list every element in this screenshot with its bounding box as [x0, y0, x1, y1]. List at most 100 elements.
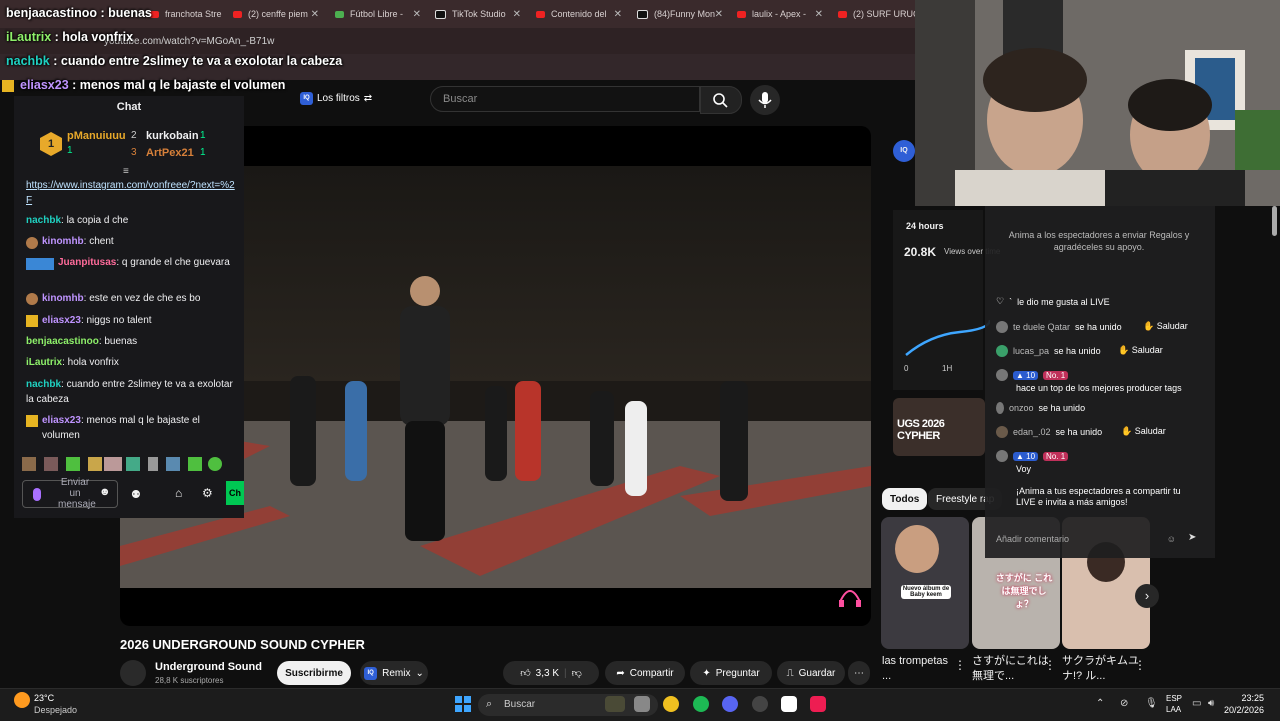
- clock-date[interactable]: 20/2/2026: [1220, 705, 1264, 715]
- close-tab-icon[interactable]: ✕: [614, 9, 622, 20]
- analytics-tab[interactable]: 24 hours: [906, 221, 944, 231]
- greet-button[interactable]: ✋ Saludar: [1143, 321, 1188, 332]
- browser-tab[interactable]: (2) cenffe piem ✕: [233, 4, 319, 24]
- obs-icon[interactable]: [752, 696, 768, 712]
- live-username[interactable]: edan_.02: [1013, 427, 1051, 437]
- chat-username[interactable]: nachbk: [26, 215, 61, 226]
- weather-temp[interactable]: 23°C: [34, 693, 54, 703]
- browser-tab[interactable]: Contenido del ✕: [536, 4, 622, 24]
- browser-tab[interactable]: TikTok Studio ✕: [435, 4, 521, 24]
- search-icon: ⌕: [486, 698, 493, 710]
- browser-tab[interactable]: (84)Funny Mon ✕: [637, 4, 723, 24]
- store-icon[interactable]: ⌂: [175, 486, 182, 500]
- user-avatar: [996, 345, 1008, 357]
- browser-tab[interactable]: Fútbol Libre - ✕: [335, 4, 421, 24]
- page-scrollbar[interactable]: [1272, 206, 1277, 236]
- windows-start-icon[interactable]: [455, 696, 471, 712]
- voice-search-button[interactable]: [750, 85, 780, 115]
- shorts-next-button[interactable]: ›: [1135, 584, 1159, 608]
- display-icon[interactable]: ▭: [1192, 698, 1201, 709]
- like-count[interactable]: 3,3 K: [536, 668, 559, 679]
- live-username[interactable]: te duele Qatar: [1013, 322, 1070, 332]
- volume-icon[interactable]: 🔊︎: [1208, 698, 1214, 709]
- channel-avatar[interactable]: [120, 660, 146, 686]
- chat-username[interactable]: eliasx23: [42, 315, 81, 326]
- live-comment-input[interactable]: Añadir comentario ☺: [992, 526, 1182, 552]
- task-view-icon[interactable]: [634, 696, 650, 712]
- leaderboard-name[interactable]: ArtPex21: [146, 147, 194, 159]
- greet-button[interactable]: ✋ Saludar: [1121, 426, 1166, 437]
- dislike-icon[interactable]: 👎︎: [572, 667, 582, 679]
- close-tab-icon[interactable]: ✕: [513, 9, 521, 20]
- chat-username[interactable]: kinomhb: [42, 293, 84, 304]
- chat-username[interactable]: kinomhb: [42, 236, 84, 247]
- short-title[interactable]: サクラがキムユナ!? ル...: [1062, 654, 1140, 684]
- channel-points-icon[interactable]: ⚉: [131, 488, 141, 501]
- subscribe-button[interactable]: Suscribirme: [277, 661, 351, 685]
- chip-all[interactable]: Todos: [882, 488, 928, 510]
- network-off-icon[interactable]: ⊘: [1120, 698, 1128, 709]
- search-button[interactable]: [700, 86, 742, 114]
- leaderboard-name[interactable]: kurkobain: [146, 130, 199, 142]
- like-icon[interactable]: 👍︎: [520, 667, 530, 679]
- chat-send-button[interactable]: Ch: [226, 481, 244, 505]
- weather-icon[interactable]: [14, 692, 30, 708]
- overlay-username: iLautrix: [6, 30, 52, 44]
- share-button[interactable]: ➦ Compartir: [605, 661, 685, 685]
- language-indicator-sub[interactable]: LAA: [1166, 705, 1181, 714]
- discord-icon[interactable]: [722, 696, 738, 712]
- short-more-icon[interactable]: ⋮: [954, 658, 966, 672]
- language-indicator[interactable]: ESP: [1166, 694, 1182, 703]
- leaderboard-name[interactable]: pManuiuuu: [67, 130, 126, 142]
- leaderboard-count: 1: [200, 147, 206, 158]
- chat-username[interactable]: iLautrix: [26, 357, 62, 368]
- spotify-icon[interactable]: [693, 696, 709, 712]
- browser-tab[interactable]: laulix - Apex - ✕: [737, 4, 823, 24]
- more-actions-button[interactable]: ⋯: [848, 661, 870, 685]
- chat-username[interactable]: nachbk: [26, 379, 61, 390]
- send-icon[interactable]: ➤: [1188, 532, 1196, 543]
- chrome-icon[interactable]: [663, 696, 679, 712]
- filters-button[interactable]: IQ Los filtros ⇄: [300, 92, 372, 105]
- chat-message[interactable]: https://www.instagram.com/vonfreee/?next…: [26, 179, 236, 208]
- iq-avatar-icon[interactable]: IQ: [893, 140, 915, 162]
- chat-input[interactable]: Enviar un mensaje ☻: [22, 477, 118, 510]
- settings-gear-icon[interactable]: ⚙: [202, 486, 213, 500]
- live-username[interactable]: lucas_pa: [1013, 346, 1049, 356]
- short-thumbnail[interactable]: Nuevo álbum de Baby keem: [881, 517, 969, 649]
- emoji-icon[interactable]: ☺: [1167, 526, 1176, 552]
- close-tab-icon[interactable]: ✕: [715, 9, 723, 20]
- browser-tab[interactable]: (2) SURF URUG: [838, 4, 915, 24]
- emote-picker-icon[interactable]: ☻: [99, 486, 111, 498]
- short-more-icon[interactable]: ⋮: [1044, 658, 1056, 672]
- taskbar-search[interactable]: Buscar: [478, 694, 658, 716]
- capcut-icon[interactable]: [781, 696, 797, 712]
- remix-button[interactable]: IQ Remix ⌄: [360, 661, 428, 685]
- emote-bar[interactable]: [22, 456, 222, 472]
- ask-button[interactable]: ✦ Preguntar: [690, 661, 772, 685]
- close-tab-icon[interactable]: ✕: [815, 9, 823, 20]
- close-tab-icon[interactable]: ✕: [311, 9, 319, 20]
- search-highlight-icon[interactable]: [605, 696, 625, 712]
- chat-username[interactable]: benjaacastinoo: [26, 336, 99, 347]
- tray-overflow-icon[interactable]: ⌃: [1096, 698, 1104, 709]
- collapse-icon[interactable]: ≡: [123, 166, 129, 177]
- save-button[interactable]: ⎍ Guardar: [777, 661, 845, 685]
- short-more-icon[interactable]: ⋮: [1134, 658, 1146, 672]
- close-tab-icon[interactable]: ✕: [413, 9, 421, 20]
- greet-button[interactable]: ✋ Saludar: [1118, 345, 1163, 356]
- mic-tray-icon[interactable]: 🎙︎: [1145, 698, 1158, 709]
- chat-link[interactable]: https://www.instagram.com/vonfreee/?next…: [26, 180, 235, 206]
- bits-icon[interactable]: [33, 488, 41, 501]
- chat-username[interactable]: Juanpitusas: [58, 257, 116, 268]
- short-title[interactable]: さすがにこれは無理で...: [972, 654, 1050, 684]
- channel-name[interactable]: Underground Sound: [155, 661, 262, 673]
- browser-tab[interactable]: franchota Stre: [150, 4, 230, 24]
- search-input[interactable]: Buscar: [430, 86, 700, 112]
- live-username[interactable]: onzoo: [1009, 403, 1034, 413]
- clock-time[interactable]: 23:25: [1220, 693, 1264, 703]
- related-video-thumbnail[interactable]: UGS 2026 CYPHER: [893, 398, 985, 456]
- short-title[interactable]: las trompetas ...: [882, 654, 960, 684]
- tiktok-icon[interactable]: [810, 696, 826, 712]
- chat-username[interactable]: eliasx23: [42, 415, 81, 426]
